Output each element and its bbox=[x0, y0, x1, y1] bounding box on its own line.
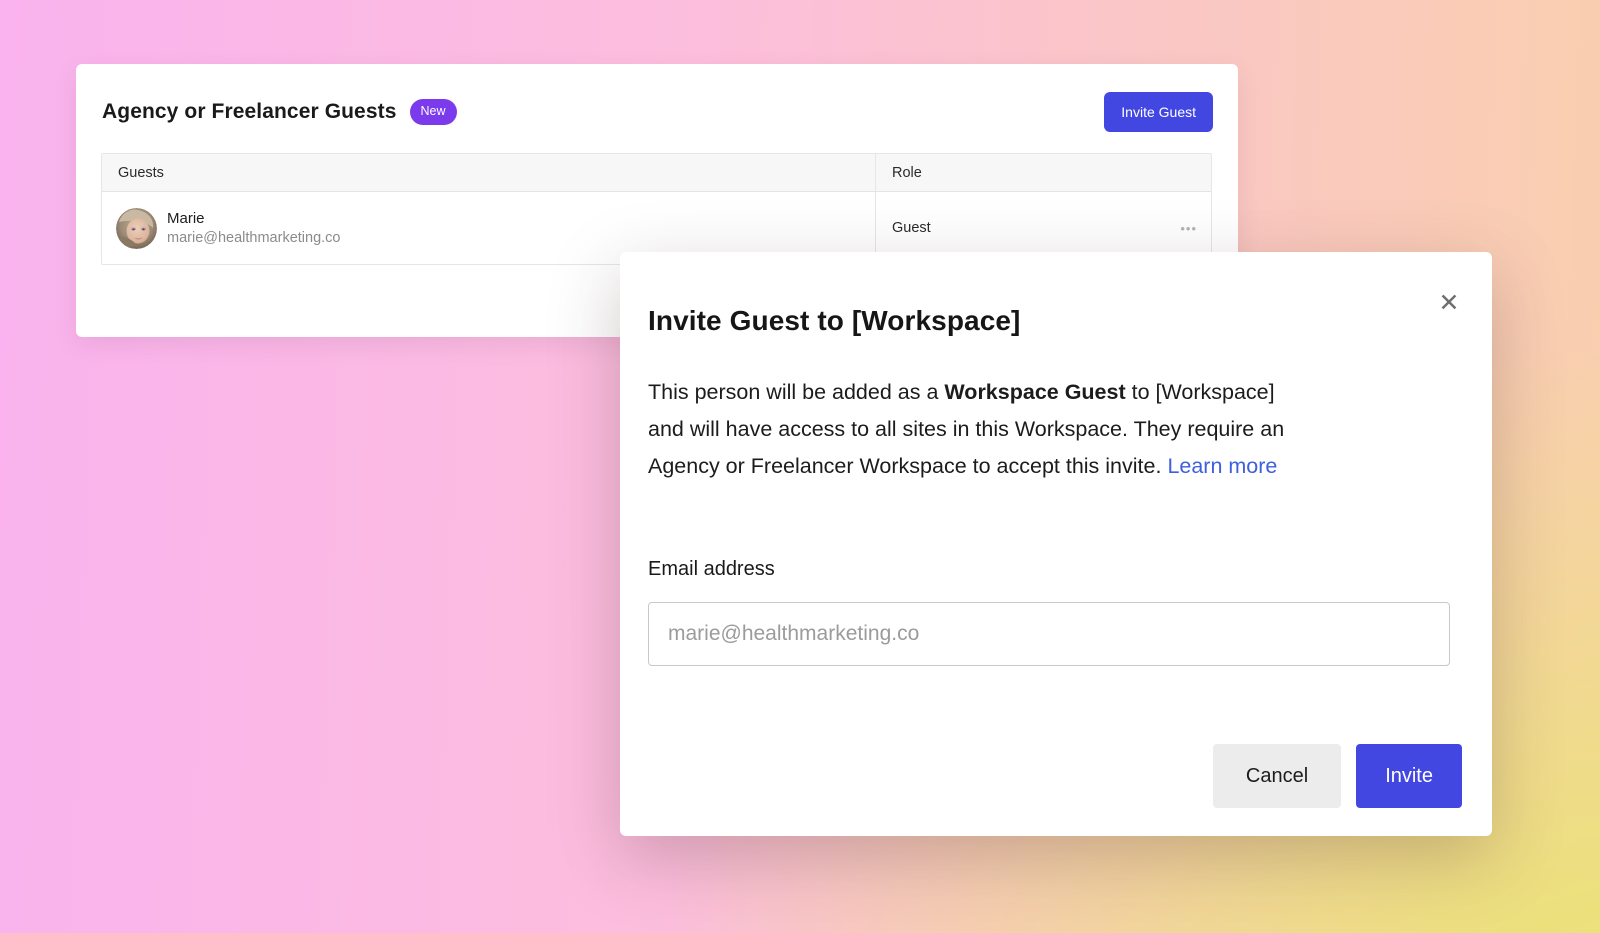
modal-actions: Cancel Invite bbox=[1213, 744, 1462, 808]
guest-identity: Marie marie@healthmarketing.co bbox=[167, 210, 341, 246]
email-label: Email address bbox=[648, 558, 775, 581]
cancel-button[interactable]: Cancel bbox=[1213, 744, 1341, 808]
role-column-header: Role bbox=[875, 154, 1211, 191]
guests-column-header: Guests bbox=[102, 154, 875, 191]
role-header-label: Role bbox=[892, 165, 922, 181]
description-text: to [Workspace] bbox=[1126, 380, 1275, 404]
role-value: Guest bbox=[892, 220, 931, 236]
guests-table: Guests Role bbox=[101, 153, 1212, 265]
modal-description: This person will be added as a Workspace… bbox=[648, 374, 1448, 485]
avatar bbox=[116, 208, 157, 249]
invite-guest-modal: Invite Guest to [Workspace] ✕ This perso… bbox=[620, 252, 1492, 836]
new-badge: New bbox=[410, 99, 457, 125]
guest-name: Marie bbox=[167, 210, 341, 227]
guest-email: marie@healthmarketing.co bbox=[167, 230, 341, 246]
desktop-background: Agency or Freelancer Guests New Invite G… bbox=[0, 0, 1600, 933]
guests-panel-header: Agency or Freelancer Guests New Invite G… bbox=[102, 90, 1213, 134]
invite-guest-button[interactable]: Invite Guest bbox=[1104, 92, 1213, 132]
email-input[interactable] bbox=[648, 602, 1450, 666]
page-title: Agency or Freelancer Guests bbox=[102, 100, 397, 124]
row-menu-ellipsis-icon[interactable]: ••• bbox=[1180, 221, 1197, 236]
guests-header-label: Guests bbox=[118, 165, 164, 181]
close-icon[interactable]: ✕ bbox=[1433, 287, 1465, 319]
description-text: and will have access to all sites in thi… bbox=[648, 417, 1284, 441]
description-bold-text: Workspace Guest bbox=[944, 380, 1125, 404]
guests-table-header: Guests Role bbox=[102, 154, 1211, 192]
modal-title: Invite Guest to [Workspace] bbox=[648, 305, 1020, 337]
learn-more-link[interactable]: Learn more bbox=[1167, 454, 1277, 478]
description-text: This person will be added as a bbox=[648, 380, 944, 404]
invite-button[interactable]: Invite bbox=[1356, 744, 1462, 808]
description-text: Agency or Freelancer Workspace to accept… bbox=[648, 454, 1167, 478]
